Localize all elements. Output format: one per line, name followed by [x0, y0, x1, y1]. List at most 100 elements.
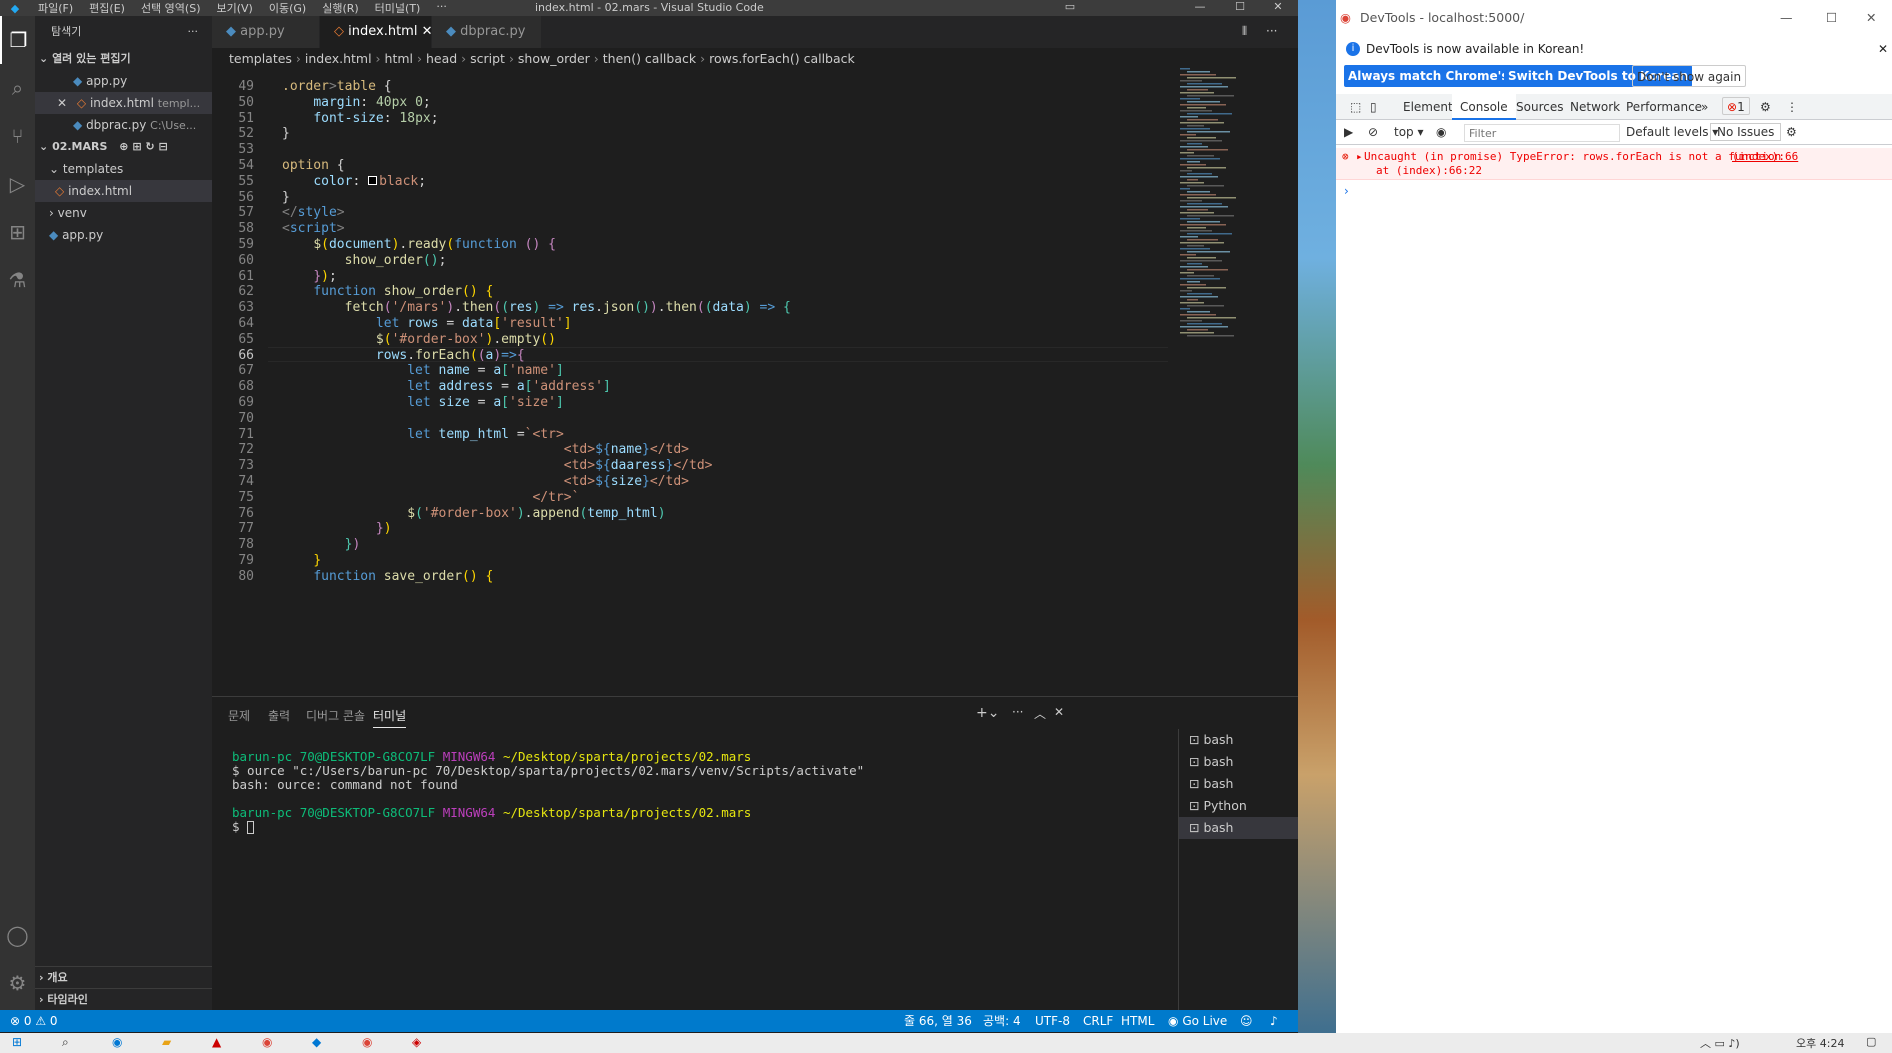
menu-item[interactable]: 실행(R)	[314, 0, 366, 16]
folder-icon[interactable]: ▰	[162, 1035, 171, 1049]
clear-console-icon[interactable]: ⊘	[1368, 125, 1378, 139]
inspect-icon[interactable]: ⬚	[1350, 94, 1361, 120]
sidebar-toggle-icon[interactable]: ▶	[1344, 125, 1353, 139]
breadcrumb-item[interactable]: script	[470, 51, 505, 66]
tab-dbprac-py[interactable]: ◆ dbprac.py	[432, 16, 542, 48]
breadcrumb-item[interactable]: index.html	[305, 51, 372, 66]
layout-toggle-icon[interactable]: ▭	[1050, 0, 1090, 13]
console-prompt[interactable]: ›	[1344, 184, 1349, 198]
menu-item[interactable]: 편집(E)	[81, 0, 133, 16]
extensions-icon[interactable]: ⊞	[0, 208, 35, 256]
live-expression-icon[interactable]: ◉	[1436, 125, 1446, 139]
maximize-button[interactable]: ☐	[1220, 0, 1260, 13]
expand-arrow-icon[interactable]: ▸	[1356, 150, 1363, 163]
panel-tab[interactable]: 디버그 콘솔	[306, 707, 365, 724]
app-icon[interactable]: ◈	[412, 1035, 421, 1049]
breadcrumb-item[interactable]: head	[426, 51, 457, 66]
close-banner-icon[interactable]: ✕	[1878, 36, 1888, 62]
close-button[interactable]: ✕	[1258, 0, 1298, 13]
collapse-all-icon[interactable]: ⊟	[158, 140, 167, 153]
system-tray-icons[interactable]: ︿ ▭ ♪)	[1700, 1035, 1740, 1051]
split-editor-icon[interactable]: ⫴	[1242, 24, 1247, 39]
terminal-instance[interactable]: ⊡ bash	[1179, 817, 1298, 839]
panel-tab[interactable]: 출력	[268, 707, 290, 724]
account-icon[interactable]: ◯	[0, 911, 35, 959]
more-actions-icon[interactable]: ···	[1266, 24, 1277, 38]
timeline-section[interactable]: › 타임라인	[35, 988, 212, 1010]
breadcrumb-item[interactable]: templates	[229, 51, 292, 66]
close-panel-icon[interactable]: ✕	[1054, 705, 1064, 719]
tab-app-py[interactable]: ◆ app.py	[212, 16, 320, 48]
breadcrumb-item[interactable]: then() callback	[603, 51, 696, 66]
notification-icon[interactable]: ▢	[1866, 1035, 1876, 1048]
devtools-tab[interactable]: Network	[1570, 94, 1620, 120]
open-editor-item[interactable]: ◆ dbprac.py C:\Use...	[35, 114, 212, 136]
breadcrumb-item[interactable]: rows.forEach() callback	[709, 51, 855, 66]
maximize-button[interactable]: ☐	[1826, 0, 1837, 36]
chrome-icon[interactable]: ◉	[362, 1035, 372, 1049]
search-icon[interactable]: ⌕	[0, 64, 35, 112]
code-editor[interactable]: 49 .order>table {50 margin: 40px 0; 51 fon…	[212, 74, 1172, 696]
console-settings-icon[interactable]: ⚙	[1786, 125, 1797, 139]
tree-file-index[interactable]: ◇ index.html	[35, 180, 212, 202]
settings-gear-icon[interactable]: ⚙	[0, 959, 35, 1007]
source-control-icon[interactable]: ⑂	[0, 112, 35, 160]
menu-item[interactable]: 선택 영역(S)	[133, 0, 209, 16]
breadcrumb-item[interactable]: show_order	[518, 51, 590, 66]
indent-status[interactable]: 공백: 4	[983, 1010, 1021, 1032]
menu-item[interactable]: 이동(G)	[261, 0, 314, 16]
panel-tab[interactable]: 문제	[228, 707, 250, 724]
terminal-input[interactable]: $	[232, 819, 255, 834]
more-tabs-icon[interactable]: »	[1701, 94, 1708, 120]
bell-icon[interactable]: ♪	[1270, 1010, 1278, 1032]
cursor-position[interactable]: 줄 66, 열 36	[904, 1010, 972, 1032]
terminal-instance[interactable]: ⊡ bash	[1179, 751, 1298, 773]
terminal-instance[interactable]: ⊡ bash	[1179, 729, 1298, 751]
maximize-panel-icon[interactable]: ︿	[1034, 705, 1046, 722]
panel-tab[interactable]: 터미널	[373, 707, 407, 728]
more-actions-icon[interactable]: ···	[188, 16, 199, 48]
edge-icon[interactable]: ◉	[112, 1035, 122, 1049]
terminal-instance[interactable]: ⊡ Python	[1179, 795, 1298, 817]
eol-status[interactable]: CRLF	[1083, 1010, 1113, 1032]
chrome-icon[interactable]: ◉	[262, 1035, 272, 1049]
devtools-tab[interactable]: Performance	[1626, 94, 1702, 120]
open-editor-item[interactable]: ✕ ◇ index.html templ...	[35, 92, 212, 114]
open-editors-section[interactable]: ⌄ 열려 있는 편집기	[35, 48, 212, 70]
start-icon[interactable]: ⊞	[12, 1035, 22, 1049]
settings-gear-icon[interactable]: ⚙	[1760, 94, 1771, 120]
add-terminal-icon[interactable]: +⌄	[976, 705, 999, 721]
language-status[interactable]: HTML	[1121, 1010, 1154, 1032]
error-counter[interactable]: ⊗1	[1722, 97, 1750, 115]
dont-show-button[interactable]: Don't show again	[1632, 65, 1747, 87]
run-debug-icon[interactable]: ▷	[0, 160, 35, 208]
explorer-icon[interactable]: ❐	[0, 16, 35, 64]
more-actions-icon[interactable]: ···	[1012, 705, 1023, 719]
kebab-menu-icon[interactable]: ⋮	[1786, 94, 1798, 120]
menu-item[interactable]: 파일(F)	[30, 0, 81, 16]
log-levels-select[interactable]: Default levels ▾	[1626, 125, 1718, 139]
minimap[interactable]	[1172, 64, 1282, 678]
context-select[interactable]: top ▾	[1394, 125, 1424, 139]
menu-item[interactable]: 보기(V)	[208, 0, 260, 16]
tree-file-app[interactable]: ◆ app.py	[35, 224, 212, 246]
tab-index-html[interactable]: ◇ index.html ✕	[320, 16, 433, 48]
encoding-status[interactable]: UTF-8	[1035, 1010, 1070, 1032]
close-icon[interactable]: ✕	[422, 24, 433, 39]
vscode-icon[interactable]: ◆	[312, 1035, 321, 1049]
close-icon[interactable]: ✕	[57, 96, 67, 110]
menu-item[interactable]: 터미널(T)	[367, 0, 429, 16]
clock[interactable]: 오후 4:24	[1796, 1035, 1844, 1051]
issues-button[interactable]: No Issues	[1710, 123, 1782, 141]
error-source-link[interactable]: (index):66	[1732, 150, 1798, 163]
refresh-icon[interactable]: ↻	[145, 140, 154, 153]
tree-folder-templates[interactable]: ⌄ templates	[35, 158, 212, 180]
outline-section[interactable]: › 개요	[35, 966, 212, 988]
testing-icon[interactable]: ⚗	[0, 256, 35, 304]
tree-folder-venv[interactable]: › venv	[35, 202, 212, 224]
terminal-instance[interactable]: ⊡ bash	[1179, 773, 1298, 795]
devtools-tab[interactable]: Elements	[1403, 94, 1459, 120]
minimize-button[interactable]: —	[1780, 0, 1793, 36]
golive-button[interactable]: ◉ Go Live	[1168, 1010, 1227, 1032]
console-filter-input[interactable]	[1464, 124, 1620, 142]
